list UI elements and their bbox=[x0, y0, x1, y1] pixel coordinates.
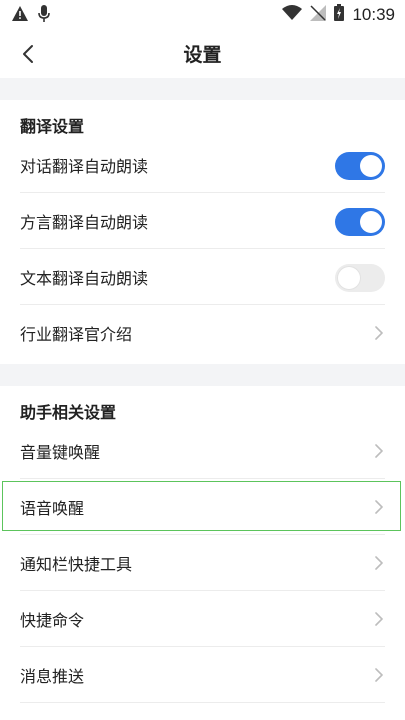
chevron-right-icon bbox=[375, 612, 383, 626]
toggle-knob bbox=[338, 267, 360, 289]
divider bbox=[20, 702, 385, 703]
row-label: 行业翻译官介绍 bbox=[20, 325, 133, 344]
row-label: 文本翻译自动朗读 bbox=[20, 269, 149, 288]
no-signal-icon bbox=[310, 4, 327, 25]
toggle-knob bbox=[360, 211, 382, 233]
app-bar: 设置 bbox=[0, 30, 405, 78]
row-quick-commands[interactable]: 快捷命令 bbox=[0, 591, 405, 647]
section-separator bbox=[0, 78, 405, 100]
alert-icon bbox=[12, 6, 28, 25]
page-title: 设置 bbox=[183, 44, 222, 66]
toggle-text-translation-autoread[interactable] bbox=[335, 264, 385, 292]
row-label: 通知栏快捷工具 bbox=[20, 555, 133, 574]
toggle-dialect-translation-autoread[interactable] bbox=[335, 208, 385, 236]
row-text-translation-autoread[interactable]: 文本翻译自动朗读 bbox=[0, 249, 405, 305]
row-voice-wake[interactable]: 语音唤醒 bbox=[0, 479, 405, 535]
row-industry-translator-intro[interactable]: 行业翻译官介绍 bbox=[0, 305, 405, 361]
chevron-right-icon bbox=[375, 668, 383, 682]
row-dialog-translation-autoread[interactable]: 对话翻译自动朗读 bbox=[0, 137, 405, 193]
section-title-assistant: 助手相关设置 bbox=[20, 403, 117, 422]
row-label: 语音唤醒 bbox=[20, 499, 85, 518]
row-message-push[interactable]: 消息推送 bbox=[0, 647, 405, 703]
row-volume-key-wake[interactable]: 音量键唤醒 bbox=[0, 423, 405, 479]
chevron-right-icon bbox=[375, 556, 383, 570]
chevron-right-icon bbox=[375, 500, 383, 514]
row-notification-shortcuts[interactable]: 通知栏快捷工具 bbox=[0, 535, 405, 591]
row-label: 对话翻译自动朗读 bbox=[20, 157, 149, 176]
mic-icon bbox=[38, 5, 50, 26]
row-label: 消息推送 bbox=[20, 667, 85, 686]
toggle-knob bbox=[360, 155, 382, 177]
toggle-dialog-translation-autoread[interactable] bbox=[335, 152, 385, 180]
row-label: 快捷命令 bbox=[20, 611, 85, 630]
section-separator bbox=[0, 364, 405, 386]
chevron-right-icon bbox=[375, 444, 383, 458]
wifi-icon bbox=[282, 5, 303, 24]
status-time: 10:39 bbox=[352, 4, 395, 24]
row-dialect-translation-autoread[interactable]: 方言翻译自动朗读 bbox=[0, 193, 405, 249]
section-title-translation: 翻译设置 bbox=[20, 117, 85, 136]
row-label: 音量键唤醒 bbox=[20, 443, 101, 462]
battery-icon bbox=[334, 4, 345, 25]
status-bar: 10:39 bbox=[0, 0, 405, 30]
chevron-right-icon bbox=[375, 326, 383, 340]
row-label: 方言翻译自动朗读 bbox=[20, 213, 149, 232]
